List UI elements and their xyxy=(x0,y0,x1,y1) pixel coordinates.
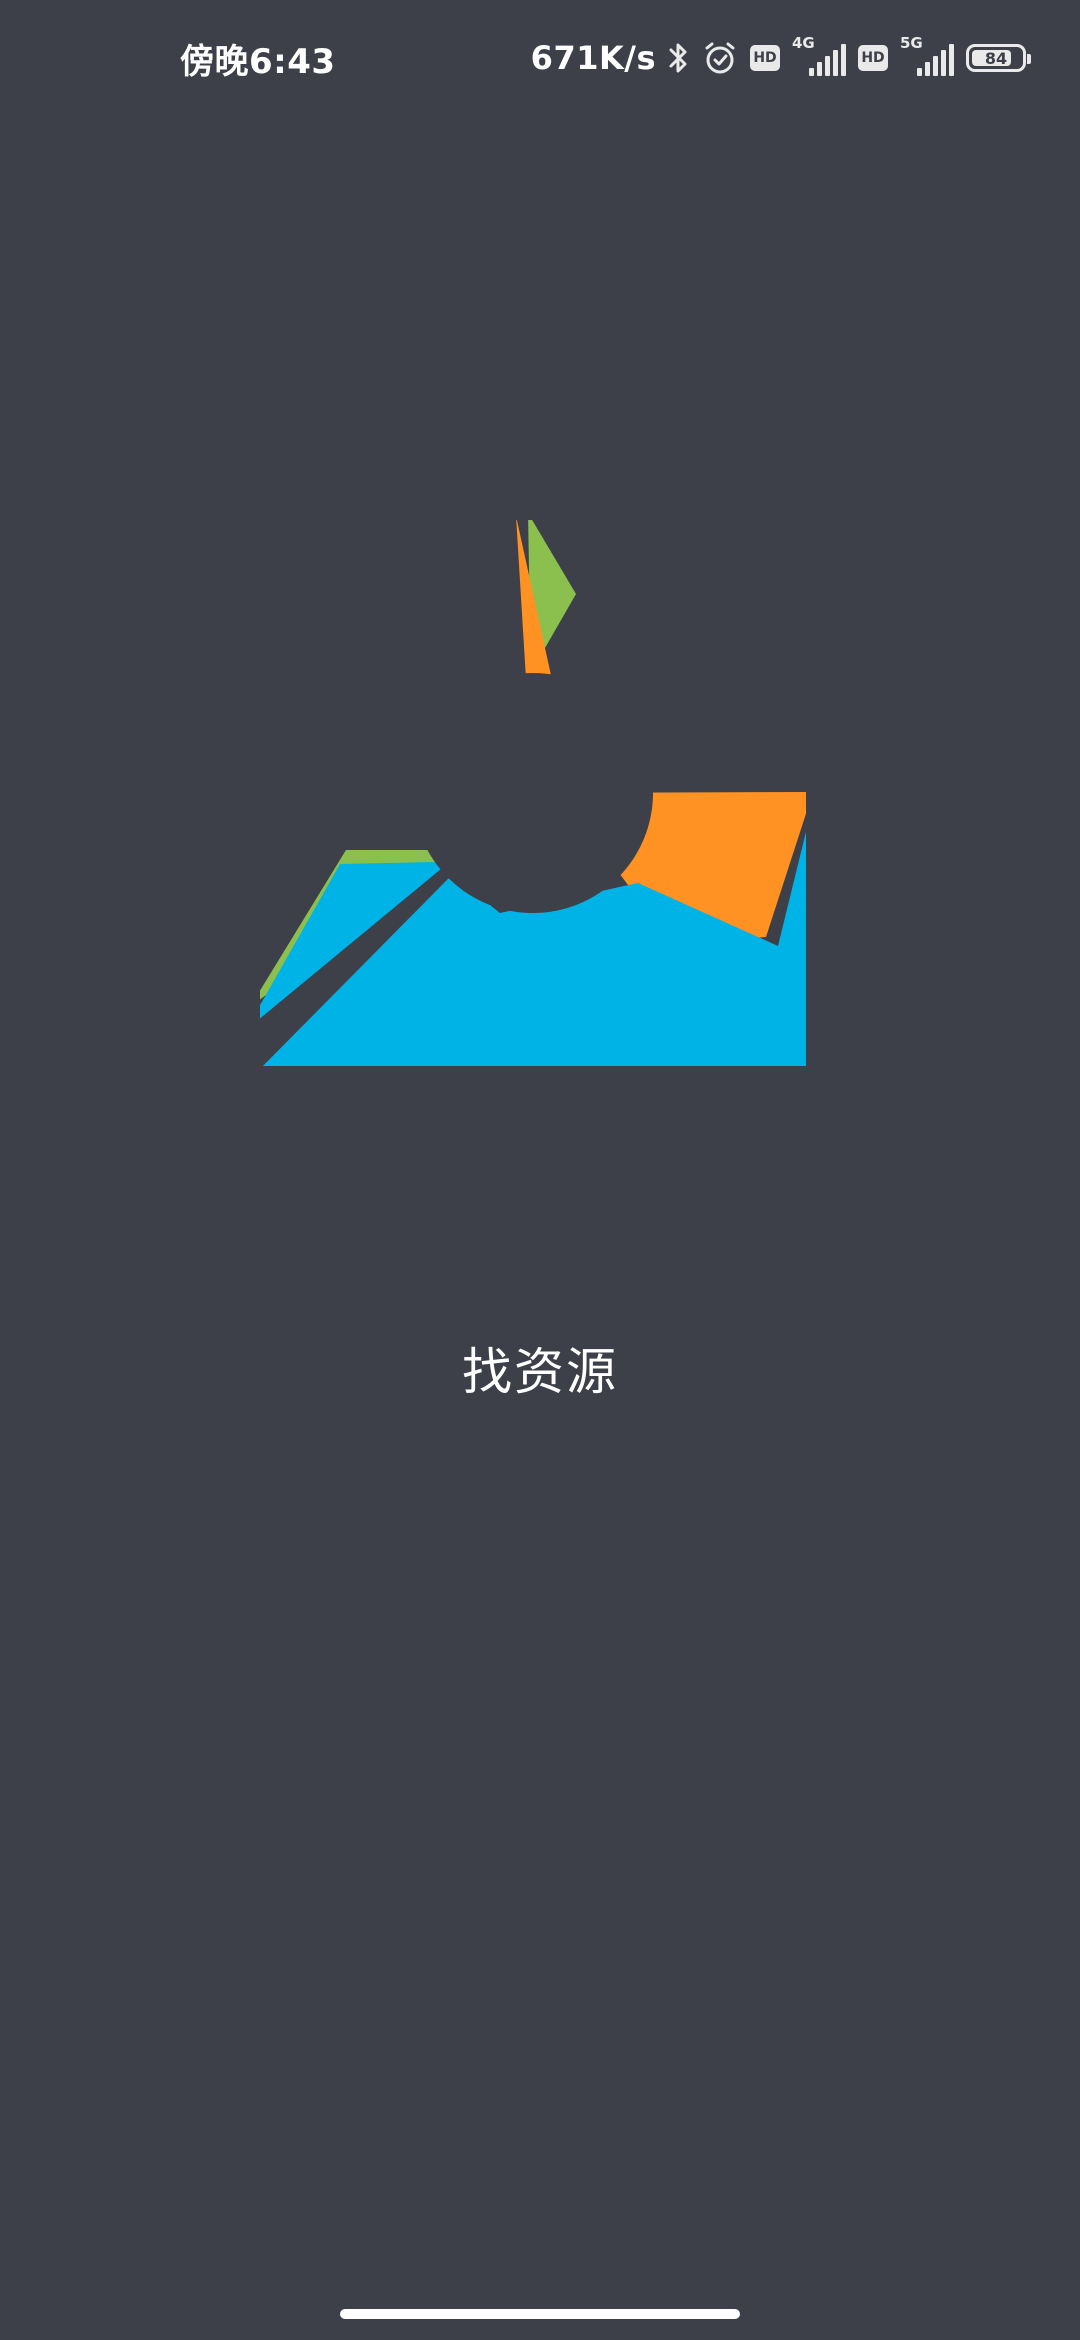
signal-5g-icon: 5G xyxy=(900,34,954,78)
signal-4g-icon: 4G xyxy=(792,34,846,78)
network-speed: 671K/s xyxy=(530,39,656,77)
status-time: 傍晚6:43 xyxy=(180,42,336,82)
home-indicator[interactable] xyxy=(340,2309,740,2319)
bluetooth-icon xyxy=(668,41,690,75)
status-icons: 671K/s HD 4G HD 5G 84 xyxy=(530,34,1031,82)
status-bar: 傍晚6:43 671K/s HD 4G HD 5G 84 xyxy=(0,0,1080,120)
hd-icon: HD xyxy=(750,45,780,71)
app-name: 找资源 xyxy=(462,1343,618,1401)
hd-icon: HD xyxy=(858,45,888,71)
alarm-icon xyxy=(702,40,738,76)
battery-icon: 84 xyxy=(966,44,1031,72)
battery-percentage: 84 xyxy=(984,48,1008,68)
cycle-ring-logo xyxy=(260,520,806,1066)
